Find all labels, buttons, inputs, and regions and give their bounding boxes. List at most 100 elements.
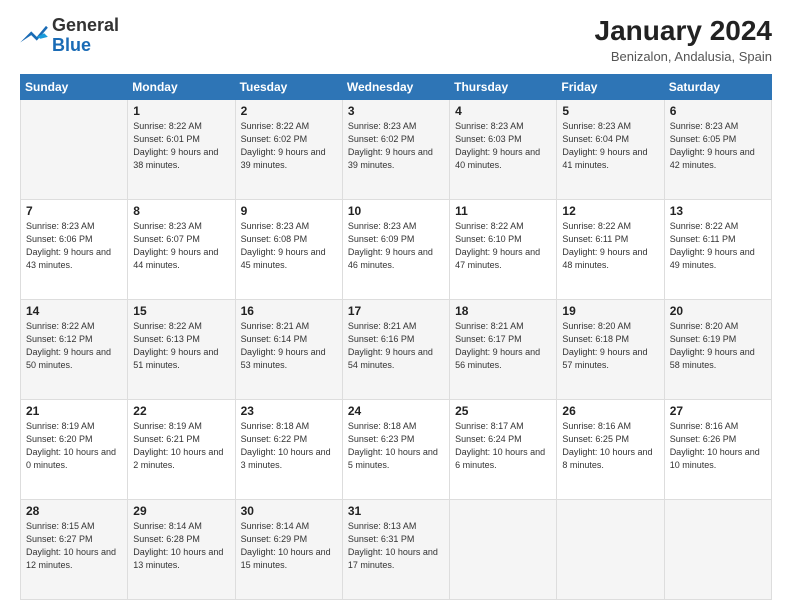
calendar-cell: 28 Sunrise: 8:15 AM Sunset: 6:27 PM Dayli… — [21, 499, 128, 599]
day-info: Sunrise: 8:19 AM Sunset: 6:20 PM Dayligh… — [26, 420, 122, 472]
page: General Blue January 2024 Benizalon, And… — [0, 0, 792, 612]
logo-blue: Blue — [52, 36, 119, 56]
col-monday: Monday — [128, 74, 235, 99]
logo-general: General — [52, 16, 119, 36]
calendar-cell: 24 Sunrise: 8:18 AM Sunset: 6:23 PM Dayli… — [342, 399, 449, 499]
day-number: 28 — [26, 504, 122, 518]
calendar-cell: 16 Sunrise: 8:21 AM Sunset: 6:14 PM Dayli… — [235, 299, 342, 399]
day-number: 20 — [670, 304, 766, 318]
day-info: Sunrise: 8:15 AM Sunset: 6:27 PM Dayligh… — [26, 520, 122, 572]
week-row-2: 7 Sunrise: 8:23 AM Sunset: 6:06 PM Daylig… — [21, 199, 772, 299]
calendar-cell: 9 Sunrise: 8:23 AM Sunset: 6:08 PM Daylig… — [235, 199, 342, 299]
day-info: Sunrise: 8:21 AM Sunset: 6:16 PM Dayligh… — [348, 320, 444, 372]
col-sunday: Sunday — [21, 74, 128, 99]
calendar-cell — [664, 499, 771, 599]
day-number: 5 — [562, 104, 658, 118]
week-row-5: 28 Sunrise: 8:15 AM Sunset: 6:27 PM Dayli… — [21, 499, 772, 599]
day-info: Sunrise: 8:23 AM Sunset: 6:07 PM Dayligh… — [133, 220, 229, 272]
calendar-subtitle: Benizalon, Andalusia, Spain — [595, 49, 772, 64]
day-number: 16 — [241, 304, 337, 318]
day-number: 31 — [348, 504, 444, 518]
day-info: Sunrise: 8:23 AM Sunset: 6:03 PM Dayligh… — [455, 120, 551, 172]
calendar-cell: 27 Sunrise: 8:16 AM Sunset: 6:26 PM Dayli… — [664, 399, 771, 499]
day-number: 6 — [670, 104, 766, 118]
day-number: 1 — [133, 104, 229, 118]
calendar-cell — [21, 99, 128, 199]
day-info: Sunrise: 8:14 AM Sunset: 6:28 PM Dayligh… — [133, 520, 229, 572]
calendar-cell: 4Sunrise: 8:23 AM Sunset: 6:03 PM Daylig… — [450, 99, 557, 199]
calendar-cell: 14 Sunrise: 8:22 AM Sunset: 6:12 PM Dayli… — [21, 299, 128, 399]
day-number: 9 — [241, 204, 337, 218]
calendar-cell: 12 Sunrise: 8:22 AM Sunset: 6:11 PM Dayli… — [557, 199, 664, 299]
day-number: 12 — [562, 204, 658, 218]
calendar-cell: 8 Sunrise: 8:23 AM Sunset: 6:07 PM Daylig… — [128, 199, 235, 299]
day-number: 11 — [455, 204, 551, 218]
calendar-cell: 10 Sunrise: 8:23 AM Sunset: 6:09 PM Dayli… — [342, 199, 449, 299]
calendar-cell: 2 Sunrise: 8:22 AM Sunset: 6:02 PM Daylig… — [235, 99, 342, 199]
day-info: Sunrise: 8:19 AM Sunset: 6:21 PM Dayligh… — [133, 420, 229, 472]
calendar-cell: 22 Sunrise: 8:19 AM Sunset: 6:21 PM Dayli… — [128, 399, 235, 499]
col-thursday: Thursday — [450, 74, 557, 99]
day-number: 19 — [562, 304, 658, 318]
calendar-cell: 30 Sunrise: 8:14 AM Sunset: 6:29 PM Dayli… — [235, 499, 342, 599]
day-number: 8 — [133, 204, 229, 218]
calendar-cell: 20Sunrise: 8:20 AM Sunset: 6:19 PM Dayli… — [664, 299, 771, 399]
calendar-cell: 19 Sunrise: 8:20 AM Sunset: 6:18 PM Dayli… — [557, 299, 664, 399]
day-number: 7 — [26, 204, 122, 218]
calendar-cell: 25Sunrise: 8:17 AM Sunset: 6:24 PM Dayli… — [450, 399, 557, 499]
calendar-cell: 21Sunrise: 8:19 AM Sunset: 6:20 PM Dayli… — [21, 399, 128, 499]
calendar-cell: 31 Sunrise: 8:13 AM Sunset: 6:31 PM Dayli… — [342, 499, 449, 599]
day-info: Sunrise: 8:21 AM Sunset: 6:14 PM Dayligh… — [241, 320, 337, 372]
day-info: Sunrise: 8:14 AM Sunset: 6:29 PM Dayligh… — [241, 520, 337, 572]
calendar-cell: 5 Sunrise: 8:23 AM Sunset: 6:04 PM Daylig… — [557, 99, 664, 199]
week-row-3: 14 Sunrise: 8:22 AM Sunset: 6:12 PM Dayli… — [21, 299, 772, 399]
col-saturday: Saturday — [664, 74, 771, 99]
day-number: 2 — [241, 104, 337, 118]
day-info: Sunrise: 8:23 AM Sunset: 6:08 PM Dayligh… — [241, 220, 337, 272]
day-info: Sunrise: 8:23 AM Sunset: 6:09 PM Dayligh… — [348, 220, 444, 272]
day-info: Sunrise: 8:20 AM Sunset: 6:18 PM Dayligh… — [562, 320, 658, 372]
logo-bird-icon — [20, 24, 48, 48]
col-friday: Friday — [557, 74, 664, 99]
calendar-cell: 29 Sunrise: 8:14 AM Sunset: 6:28 PM Dayli… — [128, 499, 235, 599]
header-row: Sunday Monday Tuesday Wednesday Thursday… — [21, 74, 772, 99]
day-info: Sunrise: 8:23 AM Sunset: 6:04 PM Dayligh… — [562, 120, 658, 172]
calendar-cell: 23Sunrise: 8:18 AM Sunset: 6:22 PM Dayli… — [235, 399, 342, 499]
day-info: Sunrise: 8:22 AM Sunset: 6:12 PM Dayligh… — [26, 320, 122, 372]
day-number: 22 — [133, 404, 229, 418]
day-info: Sunrise: 8:22 AM Sunset: 6:11 PM Dayligh… — [562, 220, 658, 272]
day-info: Sunrise: 8:22 AM Sunset: 6:01 PM Dayligh… — [133, 120, 229, 172]
day-number: 10 — [348, 204, 444, 218]
calendar-cell: 18Sunrise: 8:21 AM Sunset: 6:17 PM Dayli… — [450, 299, 557, 399]
day-info: Sunrise: 8:13 AM Sunset: 6:31 PM Dayligh… — [348, 520, 444, 572]
week-row-1: 1 Sunrise: 8:22 AM Sunset: 6:01 PM Daylig… — [21, 99, 772, 199]
day-info: Sunrise: 8:22 AM Sunset: 6:02 PM Dayligh… — [241, 120, 337, 172]
day-number: 26 — [562, 404, 658, 418]
day-number: 24 — [348, 404, 444, 418]
day-info: Sunrise: 8:16 AM Sunset: 6:25 PM Dayligh… — [562, 420, 658, 472]
day-number: 30 — [241, 504, 337, 518]
col-wednesday: Wednesday — [342, 74, 449, 99]
day-number: 27 — [670, 404, 766, 418]
day-info: Sunrise: 8:22 AM Sunset: 6:11 PM Dayligh… — [670, 220, 766, 272]
calendar-cell — [557, 499, 664, 599]
day-number: 29 — [133, 504, 229, 518]
day-info: Sunrise: 8:23 AM Sunset: 6:05 PM Dayligh… — [670, 120, 766, 172]
day-info: Sunrise: 8:22 AM Sunset: 6:13 PM Dayligh… — [133, 320, 229, 372]
day-number: 23 — [241, 404, 337, 418]
day-info: Sunrise: 8:22 AM Sunset: 6:10 PM Dayligh… — [455, 220, 551, 272]
logo-text: General Blue — [52, 16, 119, 56]
day-info: Sunrise: 8:23 AM Sunset: 6:06 PM Dayligh… — [26, 220, 122, 272]
col-tuesday: Tuesday — [235, 74, 342, 99]
calendar-cell: 13Sunrise: 8:22 AM Sunset: 6:11 PM Dayli… — [664, 199, 771, 299]
day-info: Sunrise: 8:18 AM Sunset: 6:23 PM Dayligh… — [348, 420, 444, 472]
calendar-cell: 11 Sunrise: 8:22 AM Sunset: 6:10 PM Dayli… — [450, 199, 557, 299]
day-number: 14 — [26, 304, 122, 318]
title-block: January 2024 Benizalon, Andalusia, Spain — [595, 16, 772, 64]
day-number: 15 — [133, 304, 229, 318]
header: General Blue January 2024 Benizalon, And… — [20, 16, 772, 64]
calendar-cell: 1 Sunrise: 8:22 AM Sunset: 6:01 PM Daylig… — [128, 99, 235, 199]
day-number: 3 — [348, 104, 444, 118]
day-info: Sunrise: 8:21 AM Sunset: 6:17 PM Dayligh… — [455, 320, 551, 372]
day-info: Sunrise: 8:16 AM Sunset: 6:26 PM Dayligh… — [670, 420, 766, 472]
